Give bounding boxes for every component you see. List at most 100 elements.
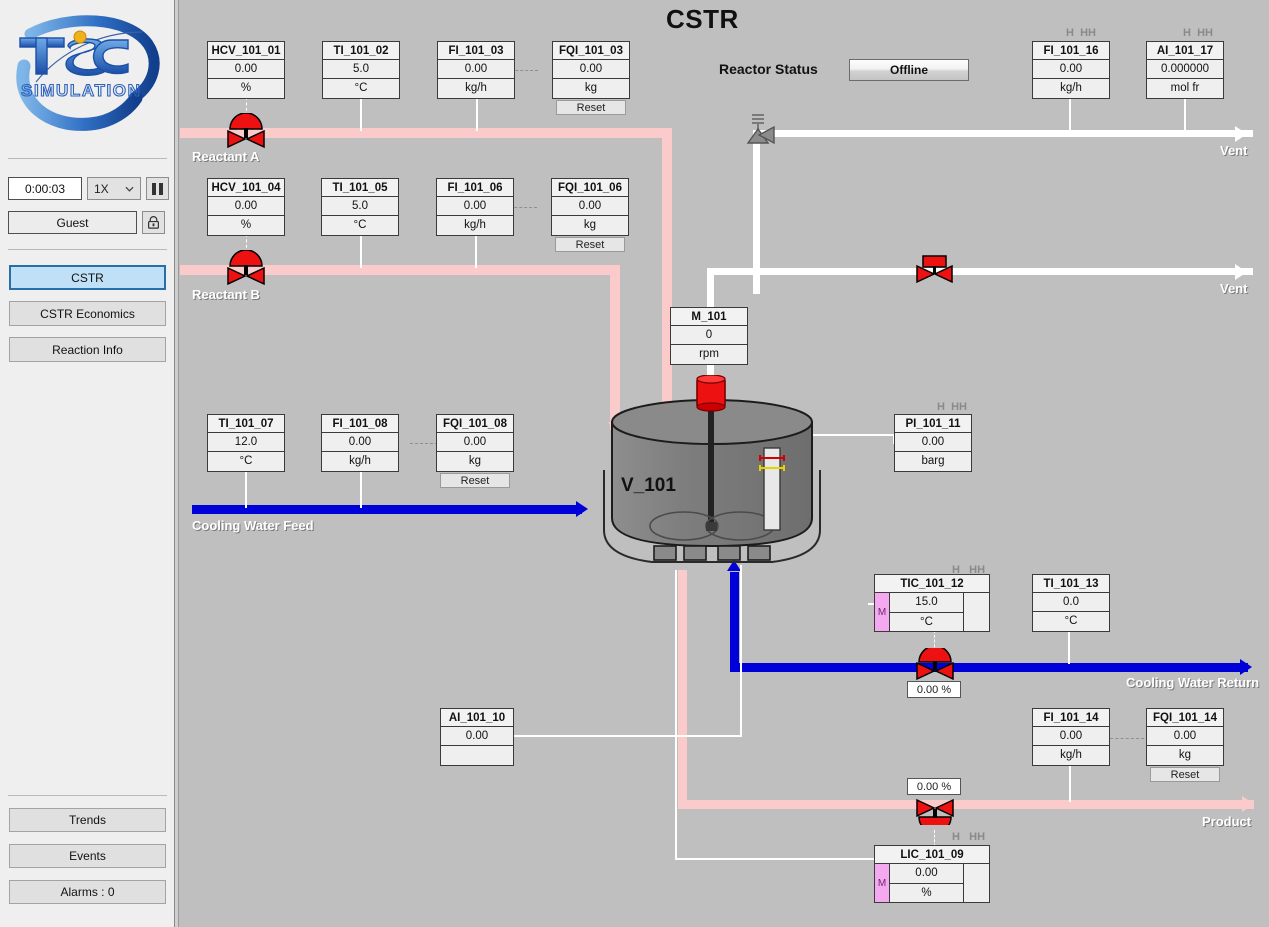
controller-unit: % — [890, 883, 963, 902]
gate-valve-vent[interactable] — [914, 253, 956, 289]
controller-name: TIC_101_12 — [875, 575, 989, 593]
hmi-screen: SIMULATION 0:00:03 1X Guest CSTR CSTR Ec… — [0, 0, 1269, 927]
tag-ai-101-10[interactable]: AI_101_10 0.00 — [440, 708, 514, 766]
tag-name: AI_101_17 — [1147, 42, 1223, 60]
tag-value: 0.00 — [322, 433, 398, 452]
tag-unit: °C — [1033, 612, 1109, 631]
tag-fi-101-16[interactable]: FI_101_16 0.00 kg/h — [1032, 41, 1110, 99]
svg-text:SIMULATION: SIMULATION — [21, 81, 142, 100]
alarm-marks-pi-101-11: H HH — [937, 401, 967, 413]
arrow-vent-mid — [1235, 264, 1247, 280]
reset-button-fqi-101-14[interactable]: Reset — [1150, 767, 1220, 782]
controller-unit: °C — [890, 612, 963, 631]
arrow-product — [1242, 796, 1254, 812]
tag-name: TI_101_02 — [323, 42, 399, 60]
reactor-status-label: Reactor Status — [719, 61, 818, 77]
pipe-vent-mid-left — [707, 268, 757, 275]
controller-mode-badge[interactable]: M — [875, 593, 890, 631]
sidebar-divider-top — [8, 158, 167, 159]
tag-fqi-101-08[interactable]: FQI_101_08 0.00 kg — [436, 414, 514, 472]
reset-button-fqi-101-08[interactable]: Reset — [440, 473, 510, 488]
controller-lic-101-09[interactable]: LIC_101_09 M 0.00 % — [874, 845, 990, 903]
control-valve-hcv-101-04[interactable] — [224, 250, 268, 290]
speed-select[interactable]: 1X — [87, 177, 141, 200]
tag-value: 0.00 — [552, 197, 628, 216]
controller-tic-101-12[interactable]: TIC_101_12 M 15.0 °C — [874, 574, 990, 632]
agitator-motor-m101[interactable] — [692, 375, 732, 415]
tag-name: FI_101_06 — [437, 179, 513, 197]
tag-ti-101-05[interactable]: TI_101_05 5.0 °C — [321, 178, 399, 236]
tag-fi-101-03[interactable]: FI_101_03 0.00 kg/h — [437, 41, 515, 99]
label-vent-top: Vent — [1220, 143, 1248, 158]
tag-hcv-101-04[interactable]: HCV_101_04 0.00 % — [207, 178, 285, 236]
sidebar-divider-mid — [8, 249, 167, 250]
tag-unit: kg/h — [1033, 79, 1109, 98]
tag-unit: °C — [323, 79, 399, 98]
tag-unit: kg — [1147, 746, 1223, 765]
sidebar-scrollbar[interactable] — [175, 0, 179, 927]
user-button[interactable]: Guest — [8, 211, 137, 234]
tag-ti-101-13[interactable]: TI_101_13 0.0 °C — [1032, 574, 1110, 632]
tag-ti-101-07[interactable]: TI_101_07 12.0 °C — [207, 414, 285, 472]
alarm-hh: HH — [1197, 27, 1213, 39]
signal-fi-101-08 — [360, 470, 362, 508]
reset-button-fqi-101-06[interactable]: Reset — [555, 237, 625, 252]
tag-unit: barg — [895, 452, 971, 471]
tag-fi-101-14[interactable]: FI_101_14 0.00 kg/h — [1032, 708, 1110, 766]
tag-name: AI_101_10 — [441, 709, 513, 727]
tag-hcv-101-01[interactable]: HCV_101_01 0.00 % — [207, 41, 285, 99]
controller-mode-badge[interactable]: M — [875, 864, 890, 902]
tag-fqi-101-06[interactable]: FQI_101_06 0.00 kg — [551, 178, 629, 236]
tag-value: 0.00 — [1033, 727, 1109, 746]
signal-ai-101-10-riser — [740, 565, 742, 737]
tag-ti-101-02[interactable]: TI_101_02 5.0 °C — [322, 41, 400, 99]
alarms-label: Alarms : 0 — [60, 885, 115, 899]
label-vent-mid: Vent — [1220, 281, 1248, 296]
relief-valve-psv[interactable] — [743, 112, 783, 152]
tag-name: FI_101_16 — [1033, 42, 1109, 60]
pipe-vent-top — [753, 130, 1253, 137]
sidebar-item-reaction-info[interactable]: Reaction Info — [9, 337, 166, 362]
lock-button[interactable] — [142, 211, 165, 234]
controller-value: 15.0 — [890, 593, 963, 613]
tag-unit: kg — [437, 452, 513, 471]
arrow-cooling-water-return — [1240, 659, 1252, 675]
reactor-status-button[interactable]: Offline — [849, 59, 969, 81]
control-valve-hcv-101-01[interactable] — [224, 113, 268, 153]
tag-ai-101-17[interactable]: AI_101_17 0.000000 mol fr — [1146, 41, 1224, 99]
tag-name: FI_101_14 — [1033, 709, 1109, 727]
alarm-h: H — [1183, 27, 1191, 39]
alarms-button[interactable]: Alarms : 0 — [9, 880, 166, 904]
sidebar-item-cstr[interactable]: CSTR — [9, 265, 166, 290]
tag-value: 0.00 — [1147, 727, 1223, 746]
tag-unit — [441, 746, 513, 765]
tag-name: TI_101_05 — [322, 179, 398, 197]
tag-unit: % — [208, 216, 284, 235]
tag-fqi-101-14[interactable]: FQI_101_14 0.00 kg — [1146, 708, 1224, 766]
pause-button[interactable] — [146, 177, 169, 200]
tag-fqi-101-03[interactable]: FQI_101_03 0.00 kg — [552, 41, 630, 99]
tag-value: 0.00 — [437, 197, 513, 216]
arrow-cooling-water-feed — [576, 501, 588, 517]
tag-fi-101-06[interactable]: FI_101_06 0.00 kg/h — [436, 178, 514, 236]
tag-value: 0.00 — [1033, 60, 1109, 79]
tag-pi-101-11[interactable]: PI_101_11 0.00 barg — [894, 414, 972, 472]
signal-lic-101-09-riser — [675, 570, 677, 860]
reset-button-fqi-101-03[interactable]: Reset — [556, 100, 626, 115]
tag-name: FQI_101_03 — [553, 42, 629, 60]
events-button[interactable]: Events — [9, 844, 166, 868]
tag-m-101[interactable]: M_101 0 rpm — [670, 307, 748, 365]
tag-name: HCV_101_04 — [208, 179, 284, 197]
tag-value: 5.0 — [322, 197, 398, 216]
tag-unit: kg/h — [438, 79, 514, 98]
tag-unit: °C — [322, 216, 398, 235]
tag-fi-101-08[interactable]: FI_101_08 0.00 kg/h — [321, 414, 399, 472]
tag-name: FQI_101_14 — [1147, 709, 1223, 727]
tag-value: 0.0 — [1033, 593, 1109, 612]
trends-button[interactable]: Trends — [9, 808, 166, 832]
tag-value: 0 — [671, 326, 747, 345]
signal-ti-101-13 — [1068, 628, 1070, 664]
alarm-h: H — [1066, 27, 1074, 39]
sidebar-item-label: CSTR Economics — [40, 306, 135, 321]
sidebar-item-cstr-economics[interactable]: CSTR Economics — [9, 301, 166, 326]
